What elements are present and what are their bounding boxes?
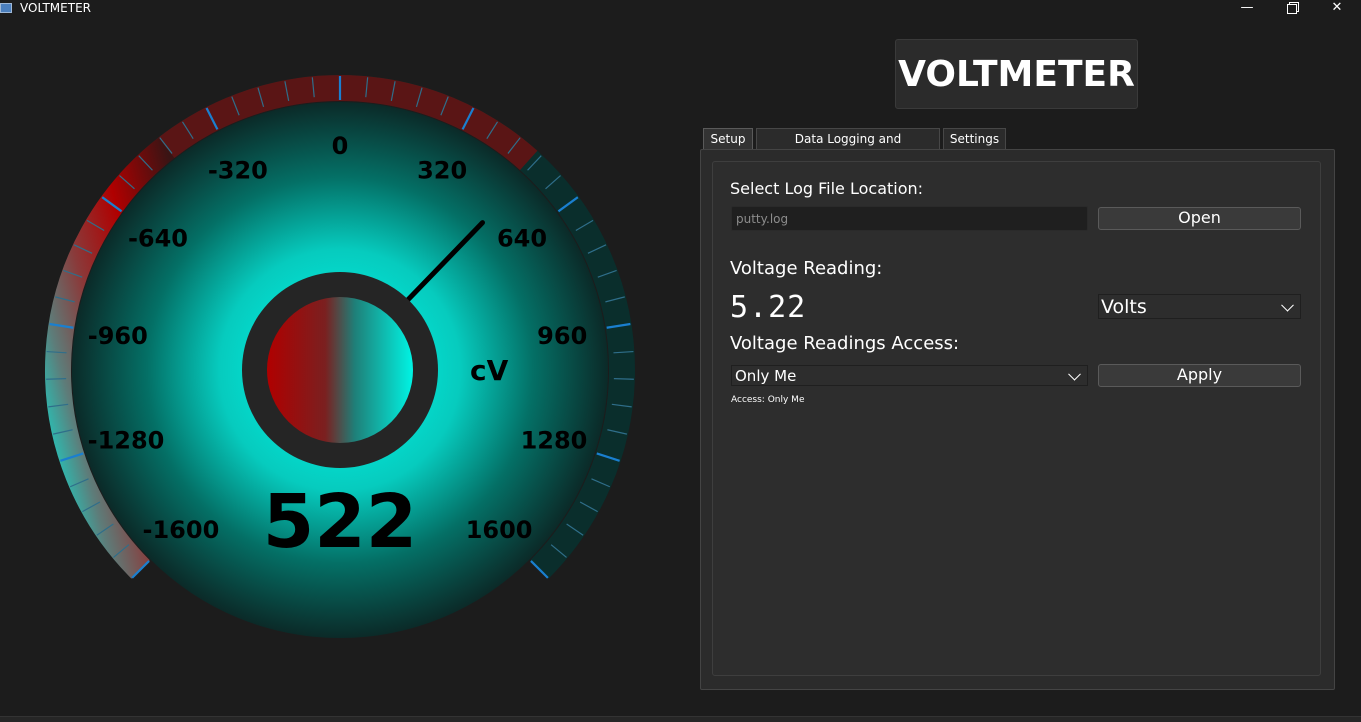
tick-label: -1600: [143, 516, 220, 544]
gauge-unit: cV: [470, 354, 509, 387]
voltage-lcd-display: 5.22: [730, 290, 807, 325]
voltage-gauge: -1600 -1280 -960 -640 -320 0 320 640 960 1280 1600…: [40, 70, 640, 660]
tick-label: 320: [417, 157, 467, 185]
tick-label: 640: [497, 225, 547, 253]
maximize-button[interactable]: [1272, 0, 1312, 18]
title-bar: VOLTMETER — ✕: [0, 0, 1361, 18]
units-select[interactable]: Volts: [1098, 294, 1301, 319]
open-button[interactable]: Open: [1098, 207, 1301, 230]
access-selected-value: Only Me: [735, 367, 797, 385]
gauge-reading: 522: [263, 479, 417, 565]
units-selected-value: Volts: [1101, 296, 1147, 318]
restore-icon: [1287, 4, 1297, 14]
chevron-down-icon: [1281, 298, 1294, 312]
access-select[interactable]: Only Me: [731, 365, 1088, 386]
window-title: VOLTMETER: [20, 1, 91, 15]
minor-tick: [613, 378, 634, 380]
log-file-input[interactable]: [731, 206, 1088, 231]
tab-data-logging[interactable]: Data Logging and Visualization: [756, 128, 940, 167]
tick-label: -320: [208, 157, 268, 185]
minor-tick: [46, 378, 67, 380]
tab-setup[interactable]: Setup: [703, 128, 753, 149]
apply-button[interactable]: Apply: [1098, 364, 1301, 387]
access-status: Access: Only Me: [731, 395, 805, 405]
access-label: Voltage Readings Access:: [730, 333, 960, 354]
app-icon: [0, 3, 12, 13]
tick-label: 960: [537, 322, 587, 350]
brand-box: VOLTMETER: [895, 39, 1138, 109]
log-location-label: Select Log File Location:: [730, 179, 924, 198]
tick-label: 1600: [466, 516, 533, 544]
setup-group: [712, 161, 1321, 676]
minimize-button[interactable]: —: [1227, 0, 1267, 18]
tab-settings[interactable]: Settings: [943, 128, 1006, 149]
chevron-down-icon: [1068, 367, 1081, 381]
tick-label: -640: [128, 225, 188, 253]
close-button[interactable]: ✕: [1317, 0, 1357, 18]
tick-label: 0: [332, 132, 349, 160]
tick-label: 1280: [521, 427, 588, 455]
tick-label: -1280: [88, 427, 165, 455]
app-title: VOLTMETER: [898, 54, 1135, 95]
tick-label: -960: [88, 322, 148, 350]
voltage-reading-label: Voltage Reading:: [730, 258, 883, 279]
gauge-hub: [267, 297, 413, 443]
status-bar: [0, 716, 1361, 722]
